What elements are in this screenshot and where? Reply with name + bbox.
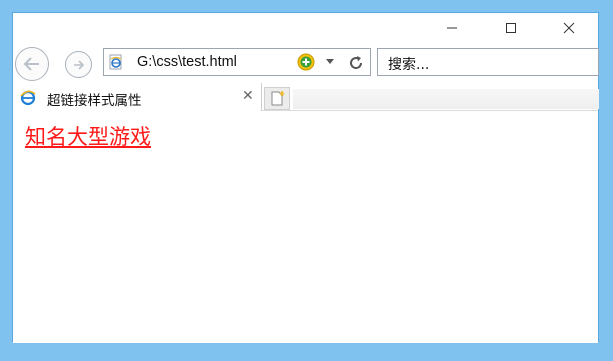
tab-bar: 超链接样式属性 ✕: [13, 83, 599, 111]
ie-page-icon: [109, 54, 122, 70]
new-tab-icon: [271, 90, 285, 106]
forward-button[interactable]: [65, 51, 92, 78]
arrow-left-icon: [23, 57, 39, 71]
new-tab-button[interactable]: [264, 87, 290, 110]
minimize-button[interactable]: [429, 13, 475, 43]
search-placeholder: 搜索...: [388, 57, 430, 73]
maximize-icon: [506, 23, 516, 33]
minimize-icon: [447, 27, 457, 29]
browser-window: G:\css\test.html 搜索... 超链接样式属性 ✕ 知名大型游戏: [12, 12, 599, 343]
tab-strip-empty: [293, 89, 599, 109]
search-input[interactable]: 搜索...: [377, 48, 599, 76]
arrow-right-icon: [73, 59, 84, 70]
title-bar: [13, 13, 598, 45]
navigation-bar: G:\css\test.html 搜索...: [13, 45, 599, 83]
address-text[interactable]: G:\css\test.html: [137, 54, 237, 70]
close-icon: [563, 22, 575, 34]
ie-icon: [20, 90, 36, 106]
back-button[interactable]: [15, 47, 49, 81]
tab-active[interactable]: 超链接样式属性 ✕: [13, 83, 262, 111]
close-window-button[interactable]: [546, 13, 592, 43]
chevron-down-icon[interactable]: [326, 59, 334, 64]
tab-close-button[interactable]: ✕: [242, 88, 254, 104]
plus-circle-icon[interactable]: [297, 53, 315, 71]
address-bar[interactable]: G:\css\test.html: [103, 48, 371, 76]
maximize-button[interactable]: [488, 13, 534, 43]
page-content: 知名大型游戏: [13, 111, 598, 343]
game-link[interactable]: 知名大型游戏: [25, 121, 151, 151]
refresh-icon[interactable]: [346, 53, 366, 73]
tab-title: 超链接样式属性: [47, 93, 142, 109]
